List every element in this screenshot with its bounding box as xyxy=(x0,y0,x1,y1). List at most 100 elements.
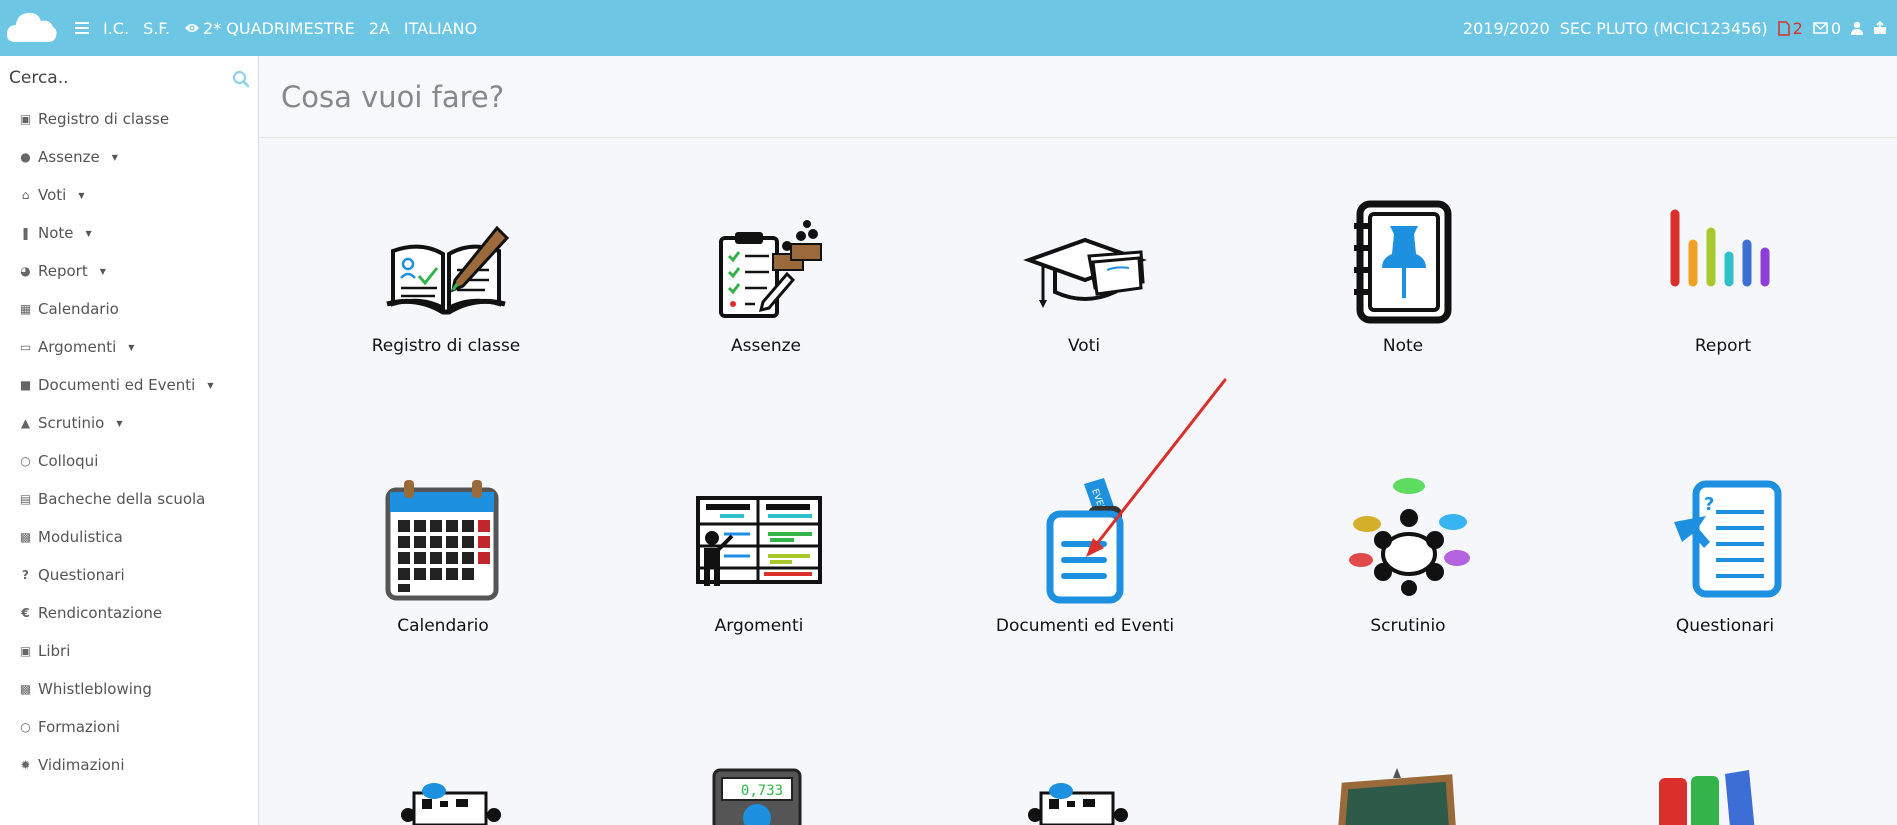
svg-text:0,733: 0,733 xyxy=(741,783,783,799)
page-title: Cosa vuoi fare? xyxy=(281,79,505,114)
calendar-icon: ▦ xyxy=(19,301,32,316)
sidebar-item-argomenti[interactable]: ▭ Argomenti ▼ xyxy=(0,328,258,366)
sidebar-item-label: Registro di classe xyxy=(38,110,170,128)
caret-down-icon: ▼ xyxy=(78,190,85,200)
sidebar-item-label: Libri xyxy=(38,642,71,660)
sidebar-item-label: Assenze xyxy=(38,148,100,166)
sidebar-item-label: Documenti ed Eventi xyxy=(38,376,196,394)
sidebar-item-libri[interactable]: ▣ Libri xyxy=(0,632,258,670)
subject-label[interactable]: ITALIANO xyxy=(404,19,477,38)
documents-notification[interactable]: 2 xyxy=(1777,18,1803,38)
sidebar-item-vidimazioni[interactable]: ✹ Vidimazioni xyxy=(0,746,258,784)
envelope-icon xyxy=(1813,22,1828,34)
tile-report[interactable]: Report xyxy=(1613,196,1833,356)
qr-code-icon[interactable] xyxy=(1023,783,1133,825)
document-icon xyxy=(1777,20,1790,36)
tile-voti[interactable]: Voti xyxy=(974,196,1194,356)
sidebar-item-label: Vidimazioni xyxy=(38,756,125,774)
caret-down-icon: ▼ xyxy=(99,266,106,276)
sidebar-item-label: Questionari xyxy=(38,566,125,584)
tile-calendario[interactable]: Calendario xyxy=(333,476,553,636)
teacher-board-icon xyxy=(696,496,822,586)
tile-label: Documenti ed Eventi xyxy=(995,616,1175,636)
sidebar-item-registro[interactable]: ▣ Registro di classe xyxy=(0,100,258,138)
cloud-logo-icon[interactable] xyxy=(4,6,58,46)
caret-down-icon: ▼ xyxy=(207,380,214,390)
graduation-cap-papers-icon xyxy=(1023,237,1147,308)
sidebar-item-label: Argomenti xyxy=(38,338,117,356)
sidebar-item-note[interactable]: ❚ Note ▼ xyxy=(0,214,258,252)
binders-icon[interactable] xyxy=(1657,768,1757,825)
tile-questionari[interactable]: ? Questionari xyxy=(1615,476,1835,636)
sidebar-item-voti[interactable]: ⌂ Voti ▼ xyxy=(0,176,258,214)
book-icon: ▣ xyxy=(19,111,32,126)
search-input[interactable] xyxy=(0,56,258,100)
school-name[interactable]: SEC PLUTO (MCIC123456) xyxy=(1560,19,1768,38)
tile-label: Note xyxy=(1382,336,1424,356)
pie-chart-icon: ◕ xyxy=(20,263,31,278)
user-label[interactable]: S.F. xyxy=(143,19,170,38)
sidebar-item-whistleblowing[interactable]: ▩ Whistleblowing xyxy=(0,670,258,708)
school-label[interactable]: I.C. xyxy=(103,19,129,38)
sidebar-item-calendario[interactable]: ▦ Calendario xyxy=(0,290,258,328)
pin-icon: ❚ xyxy=(20,225,31,240)
mail-notification[interactable]: 0 xyxy=(1813,19,1841,38)
tile-argomenti[interactable]: Argomenti xyxy=(649,476,869,636)
sidebar-item-label: Scrutinio xyxy=(38,414,105,432)
sidebar-item-label: Bacheche della scuola xyxy=(38,490,206,508)
sidebar-item-scrutinio[interactable]: ▲ Scrutinio ▼ xyxy=(0,404,258,442)
user-profile-icon[interactable] xyxy=(1851,21,1863,35)
logout-icon[interactable] xyxy=(1873,21,1887,35)
tile-documenti-ed-eventi[interactable]: EVENTI Documenti ed Eventi xyxy=(975,476,1195,636)
school-year[interactable]: 2019/2020 xyxy=(1463,19,1550,38)
eye-icon xyxy=(185,24,200,32)
comments-icon: ○ xyxy=(20,453,31,468)
sidebar-item-label: Colloqui xyxy=(38,452,99,470)
sidebar-item-rendicontazione[interactable]: € Rendicontazione xyxy=(0,594,258,632)
bank-icon: ⌂ xyxy=(21,187,30,202)
tile-registro-di-classe[interactable]: Registro di classe xyxy=(336,196,556,356)
main-content: Cosa vuoi fare? Registro di classe Assen… xyxy=(259,56,1897,825)
documents-count: 2 xyxy=(1792,18,1803,38)
sidebar-item-formazioni[interactable]: ○ Formazioni xyxy=(0,708,258,746)
sidebar-item-label: Rendicontazione xyxy=(38,604,163,622)
print-icon: ▩ xyxy=(19,529,32,544)
lock-icon: ▩ xyxy=(19,681,32,696)
search-icon[interactable] xyxy=(232,70,250,88)
sidebar-item-report[interactable]: ◕ Report ▼ xyxy=(0,252,258,290)
comments-icon: ○ xyxy=(20,719,31,734)
gear-icon: ✹ xyxy=(20,757,31,772)
sidebar-item-modulistica[interactable]: ▩ Modulistica xyxy=(0,518,258,556)
sidebar-item-assenze[interactable]: ● Assenze ▼ xyxy=(0,138,258,176)
period-label: 2* QUADRIMESTRE xyxy=(203,18,355,38)
menu-toggle-icon[interactable] xyxy=(75,22,89,34)
question-icon: ? xyxy=(22,567,29,582)
page-header: Cosa vuoi fare? xyxy=(259,56,1897,138)
sidebar-item-label: Formazioni xyxy=(38,718,120,736)
tile-assenze[interactable]: Assenze xyxy=(656,196,876,356)
period-selector[interactable]: 2* QUADRIMESTRE xyxy=(184,19,355,38)
class-label[interactable]: 2A xyxy=(369,19,390,38)
top-bar: I.C. S.F. 2* QUADRIMESTRE 2A ITALIANO 20… xyxy=(0,0,1897,56)
sidebar-item-label: Report xyxy=(38,262,88,280)
context-bar: I.C. S.F. 2* QUADRIMESTRE 2A ITALIANO xyxy=(75,0,477,56)
chalkboard-icon[interactable] xyxy=(1337,766,1457,825)
bar-chart-icon xyxy=(1670,209,1770,287)
tile-note[interactable]: Note xyxy=(1293,196,1513,356)
calendar-icon xyxy=(385,480,499,601)
caret-down-icon: ▼ xyxy=(85,228,92,238)
book-icon: ▣ xyxy=(19,643,32,658)
tile-label: Voti xyxy=(1067,336,1101,356)
tile-label: Scrutinio xyxy=(1370,616,1446,636)
sidebar-item-label: Note xyxy=(38,224,74,242)
sidebar-item-colloqui[interactable]: ○ Colloqui xyxy=(0,442,258,480)
open-book-pencil-icon xyxy=(386,225,510,315)
sidebar-item-bacheche[interactable]: ▤ Bacheche della scuola xyxy=(0,480,258,518)
sidebar-item-documenti[interactable]: ■ Documenti ed Eventi ▼ xyxy=(0,366,258,404)
top-right-info: 2019/2020 SEC PLUTO (MCIC123456) 2 0 xyxy=(1463,0,1887,56)
calculator-icon[interactable]: 0,733 xyxy=(712,768,802,825)
tile-scrutinio[interactable]: Scrutinio xyxy=(1298,476,1518,636)
qr-code-icon[interactable] xyxy=(396,783,506,825)
sidebar-item-questionari[interactable]: ? Questionari xyxy=(0,556,258,594)
svg-text:?: ? xyxy=(1704,494,1714,515)
